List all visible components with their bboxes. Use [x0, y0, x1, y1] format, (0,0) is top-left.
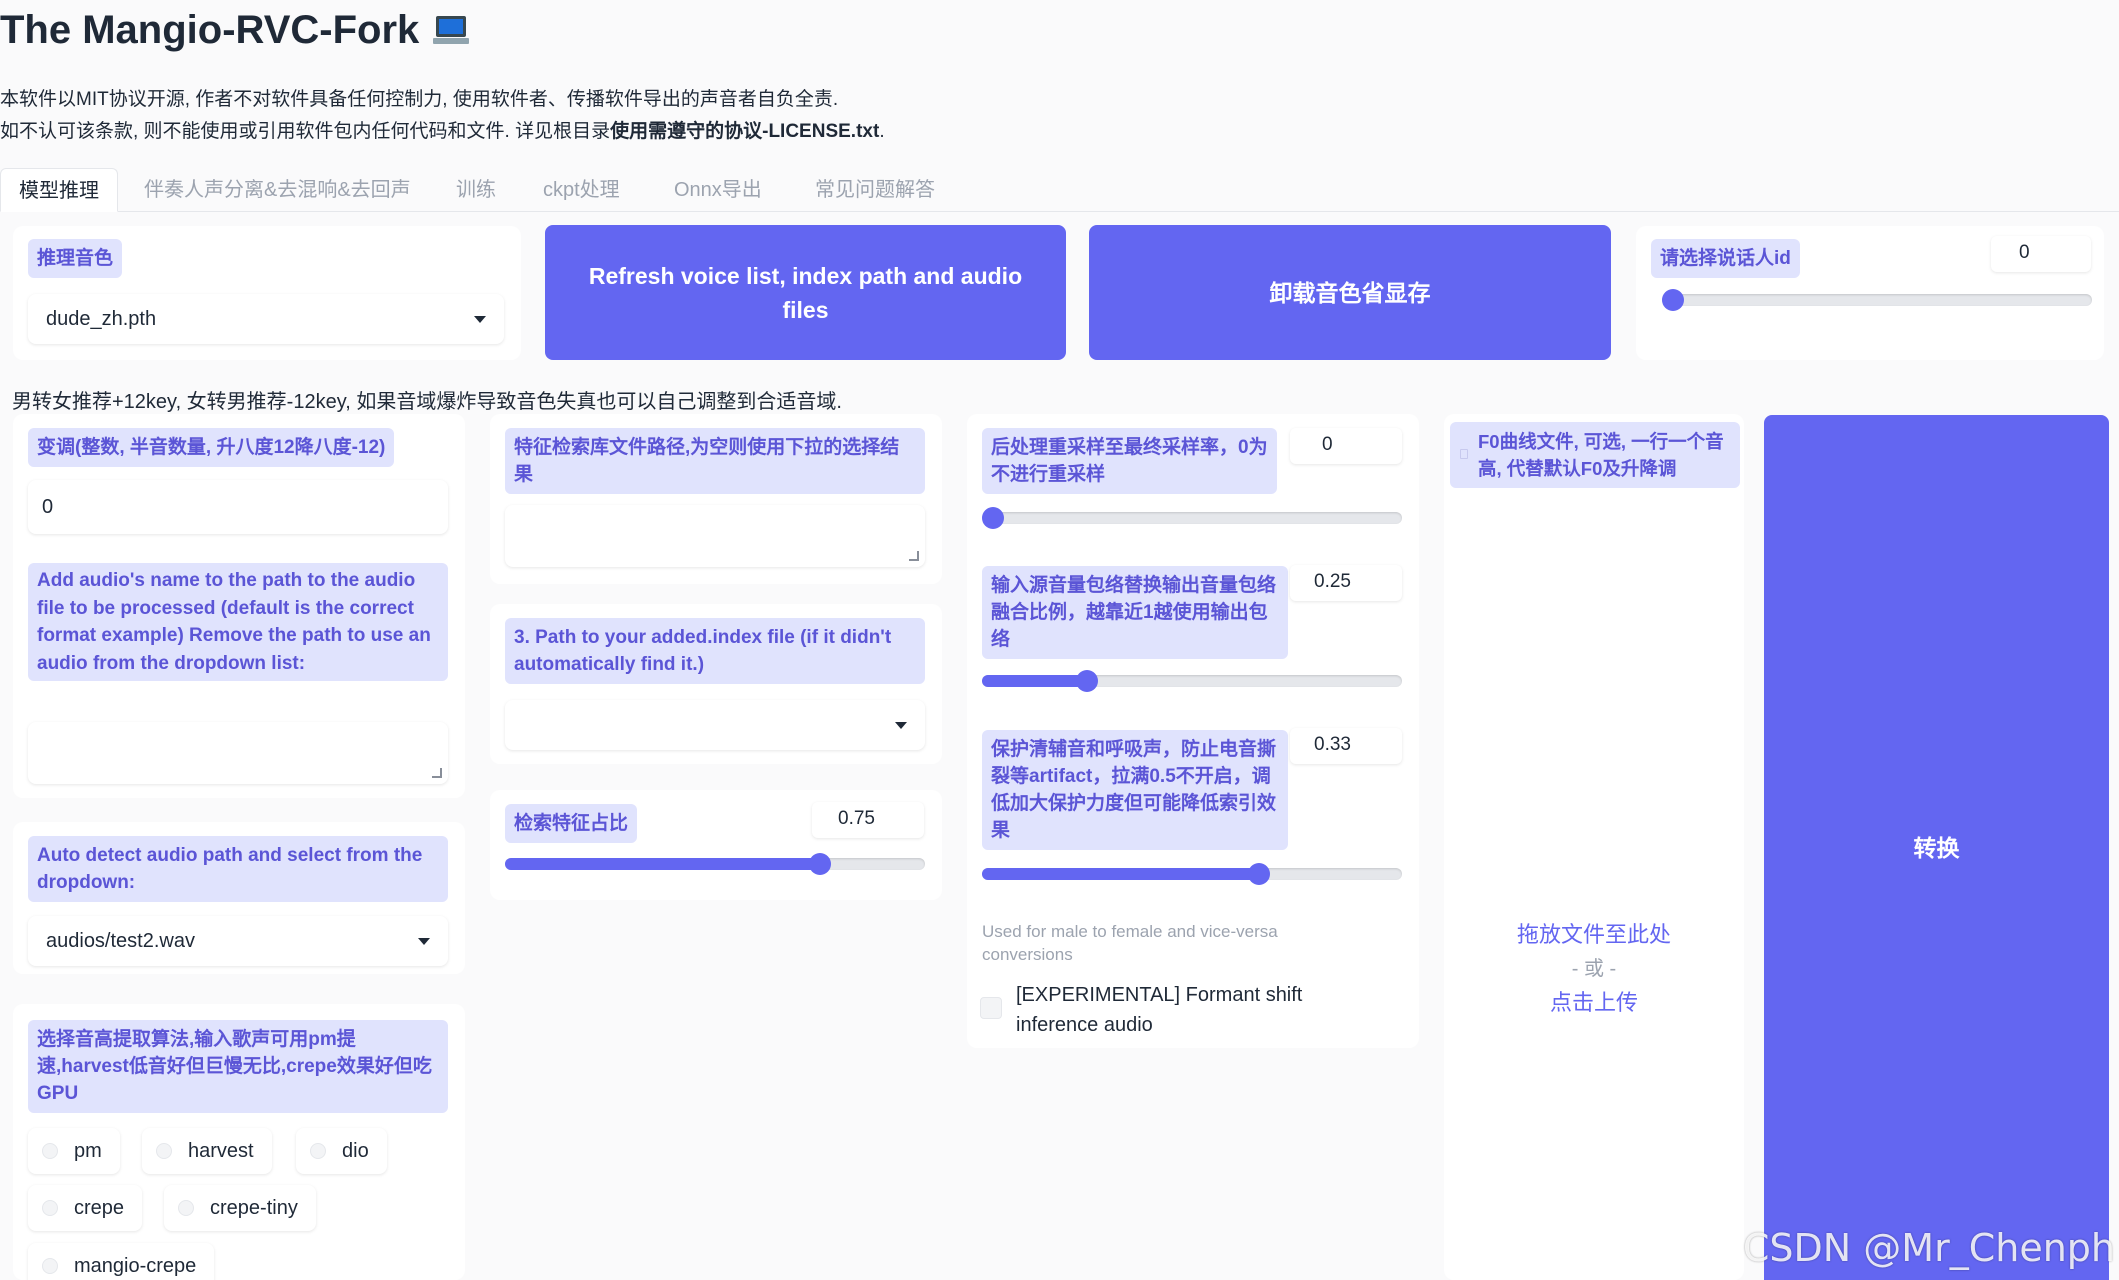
tab-faq[interactable]: 常见问题解答	[815, 168, 935, 212]
audio-select-value: audios/test2.wav	[46, 929, 195, 952]
upload-or-text: - 或 -	[1571, 958, 1617, 980]
f0-option-harvest[interactable]: harvest	[142, 1128, 272, 1174]
upload-dropzone[interactable]: 拖放文件至此处 - 或 - 点击上传	[1444, 918, 1744, 1020]
tab-vocal-separation[interactable]: 伴奏人声分离&去混响&去回声	[144, 168, 411, 212]
protect-label: 保护清辅音和呼吸声，防止电音撕裂等artifact，拉满0.5不开启，调低加大保…	[982, 730, 1288, 850]
index-path-input[interactable]	[505, 505, 925, 567]
index-rate-label: 检索特征占比	[505, 804, 638, 843]
speaker-label: 请选择说话人id	[1651, 239, 1800, 278]
f0-file-label-text: F0曲线文件, 可选, 一行一个音高, 代替默认F0及升降调	[1478, 431, 1724, 479]
resample-label: 后处理重采样至最终采样率，0为不进行重采样	[982, 428, 1277, 494]
f0-file-label: F0曲线文件, 可选, 一行一个音高, 代替默认F0及升降调	[1450, 422, 1740, 488]
speaker-id-slider[interactable]	[1662, 289, 2092, 311]
f0-option-mangio-crepe[interactable]: mangio-crepe	[28, 1243, 215, 1280]
license-text: 如不认可该条款, 则不能使用或引用软件包内任何代码和文件. 详见根目录	[0, 121, 611, 142]
audio-path-label: Add audio's name to the path to the audi…	[28, 563, 448, 681]
slider-thumb[interactable]	[1662, 289, 1684, 311]
chevron-down-icon	[474, 315, 486, 323]
added-index-select[interactable]	[505, 700, 925, 750]
title-text: The Mangio-RVC-Fork	[0, 8, 420, 52]
transpose-label: 变调(整数, 半音数量, 升八度12降八度-12)	[28, 428, 395, 467]
index-rate-slider[interactable]	[505, 853, 925, 875]
voice-value: dude_zh.pth	[46, 307, 157, 330]
radio-icon	[42, 1200, 58, 1216]
auto-detect-label: Auto detect audio path and select from t…	[28, 836, 448, 902]
formant-checkbox[interactable]	[976, 985, 1020, 1031]
index-rate-input[interactable]: 0.75	[812, 802, 924, 838]
pitch-note: 男转女推荐+12key, 女转男推荐-12key, 如果音域爆炸导致音色失真也可…	[12, 391, 842, 413]
added-index-label: 3. Path to your added.index file (if it …	[505, 618, 925, 684]
resize-handle-icon[interactable]	[909, 551, 919, 561]
radio-icon	[178, 1200, 194, 1216]
page-title: The Mangio-RVC-Fork	[0, 8, 470, 53]
resample-slider[interactable]	[982, 507, 1402, 529]
f0-option-label: crepe-tiny	[210, 1196, 298, 1219]
unload-button[interactable]: 卸载音色省显存	[1089, 225, 1611, 360]
f0-option-label: crepe	[74, 1196, 125, 1219]
protect-slider[interactable]	[982, 863, 1402, 885]
speaker-id-input[interactable]: 0	[1991, 236, 2091, 272]
upload-click-text[interactable]: 点击上传	[1444, 986, 1744, 1020]
radio-icon	[310, 1143, 326, 1159]
convert-button[interactable]: 转换	[1764, 415, 2109, 1280]
radio-icon	[42, 1143, 58, 1159]
resize-handle-icon[interactable]	[432, 768, 442, 778]
laptop-icon	[433, 15, 470, 46]
checkbox-icon	[980, 997, 1002, 1019]
resample-input[interactable]: 0	[1290, 428, 1402, 464]
voice-label: 推理音色	[28, 239, 123, 278]
f0-option-dio[interactable]: dio	[296, 1128, 387, 1174]
transpose-input[interactable]: 0	[28, 480, 448, 534]
slider-thumb[interactable]	[1076, 670, 1098, 692]
f0-option-label: harvest	[188, 1139, 254, 1162]
tab-bar: 模型推理 伴奏人声分离&去混响&去回声 训练 ckpt处理 Onnx导出 常见问…	[0, 168, 2119, 212]
f0-option-crepe[interactable]: crepe	[28, 1185, 143, 1231]
f0-option-pm[interactable]: pm	[28, 1128, 120, 1174]
rms-mix-label: 输入源音量包络替换输出音量包络融合比例，越靠近1越使用输出包络	[982, 566, 1288, 659]
license-line-2: 如不认可该条款, 则不能使用或引用软件包内任何代码和文件. 详见根目录使用需遵守…	[0, 116, 885, 143]
f0-method-label: 选择音高提取算法,输入歌声可用pm提速,harvest低音好但巨慢无比,crep…	[28, 1020, 448, 1113]
tab-train[interactable]: 训练	[456, 168, 496, 212]
tab-model-inference[interactable]: 模型推理	[0, 168, 118, 212]
file-icon	[1460, 449, 1468, 459]
radio-icon	[42, 1258, 58, 1274]
rms-mix-input[interactable]: 0.25	[1290, 565, 1402, 601]
f0-option-label: pm	[74, 1139, 102, 1162]
protect-input[interactable]: 0.33	[1290, 728, 1402, 764]
f0-option-label: mangio-crepe	[74, 1254, 197, 1277]
audio-path-input[interactable]	[28, 722, 448, 784]
tab-onnx[interactable]: Onnx导出	[674, 168, 762, 212]
refresh-button[interactable]: Refresh voice list, index path and audio…	[545, 225, 1066, 360]
watermark: CSDN @Mr_Chenph	[1742, 1226, 2115, 1270]
formant-hint: Used for male to female and vice-versa c…	[982, 922, 1278, 964]
slider-thumb[interactable]	[809, 853, 831, 875]
radio-icon	[156, 1143, 172, 1159]
chevron-down-icon	[895, 721, 907, 729]
transpose-value: 0	[42, 495, 54, 518]
f0-file-panel	[1444, 414, 1744, 1280]
chevron-down-icon	[418, 937, 430, 945]
index-path-label: 特征检索库文件路径,为空则使用下拉的选择结果	[505, 428, 925, 494]
license-suffix: .	[879, 121, 885, 142]
rms-mix-slider[interactable]	[982, 670, 1402, 692]
upload-drop-text: 拖放文件至此处	[1516, 922, 1671, 947]
tab-ckpt[interactable]: ckpt处理	[543, 168, 620, 212]
voice-select[interactable]: dude_zh.pth	[28, 294, 504, 344]
license-line-1: 本软件以MIT协议开源, 作者不对软件具备任何控制力, 使用软件者、传播软件导出…	[0, 89, 839, 110]
slider-thumb[interactable]	[982, 507, 1004, 529]
audio-select[interactable]: audios/test2.wav	[28, 916, 448, 966]
f0-option-crepe-tiny[interactable]: crepe-tiny	[164, 1185, 316, 1231]
f0-option-label: dio	[342, 1139, 369, 1162]
license-file-name: 使用需遵守的协议-LICENSE.txt	[610, 121, 880, 142]
formant-label: [EXPERIMENTAL] Formant shift inference a…	[1016, 984, 1303, 1036]
